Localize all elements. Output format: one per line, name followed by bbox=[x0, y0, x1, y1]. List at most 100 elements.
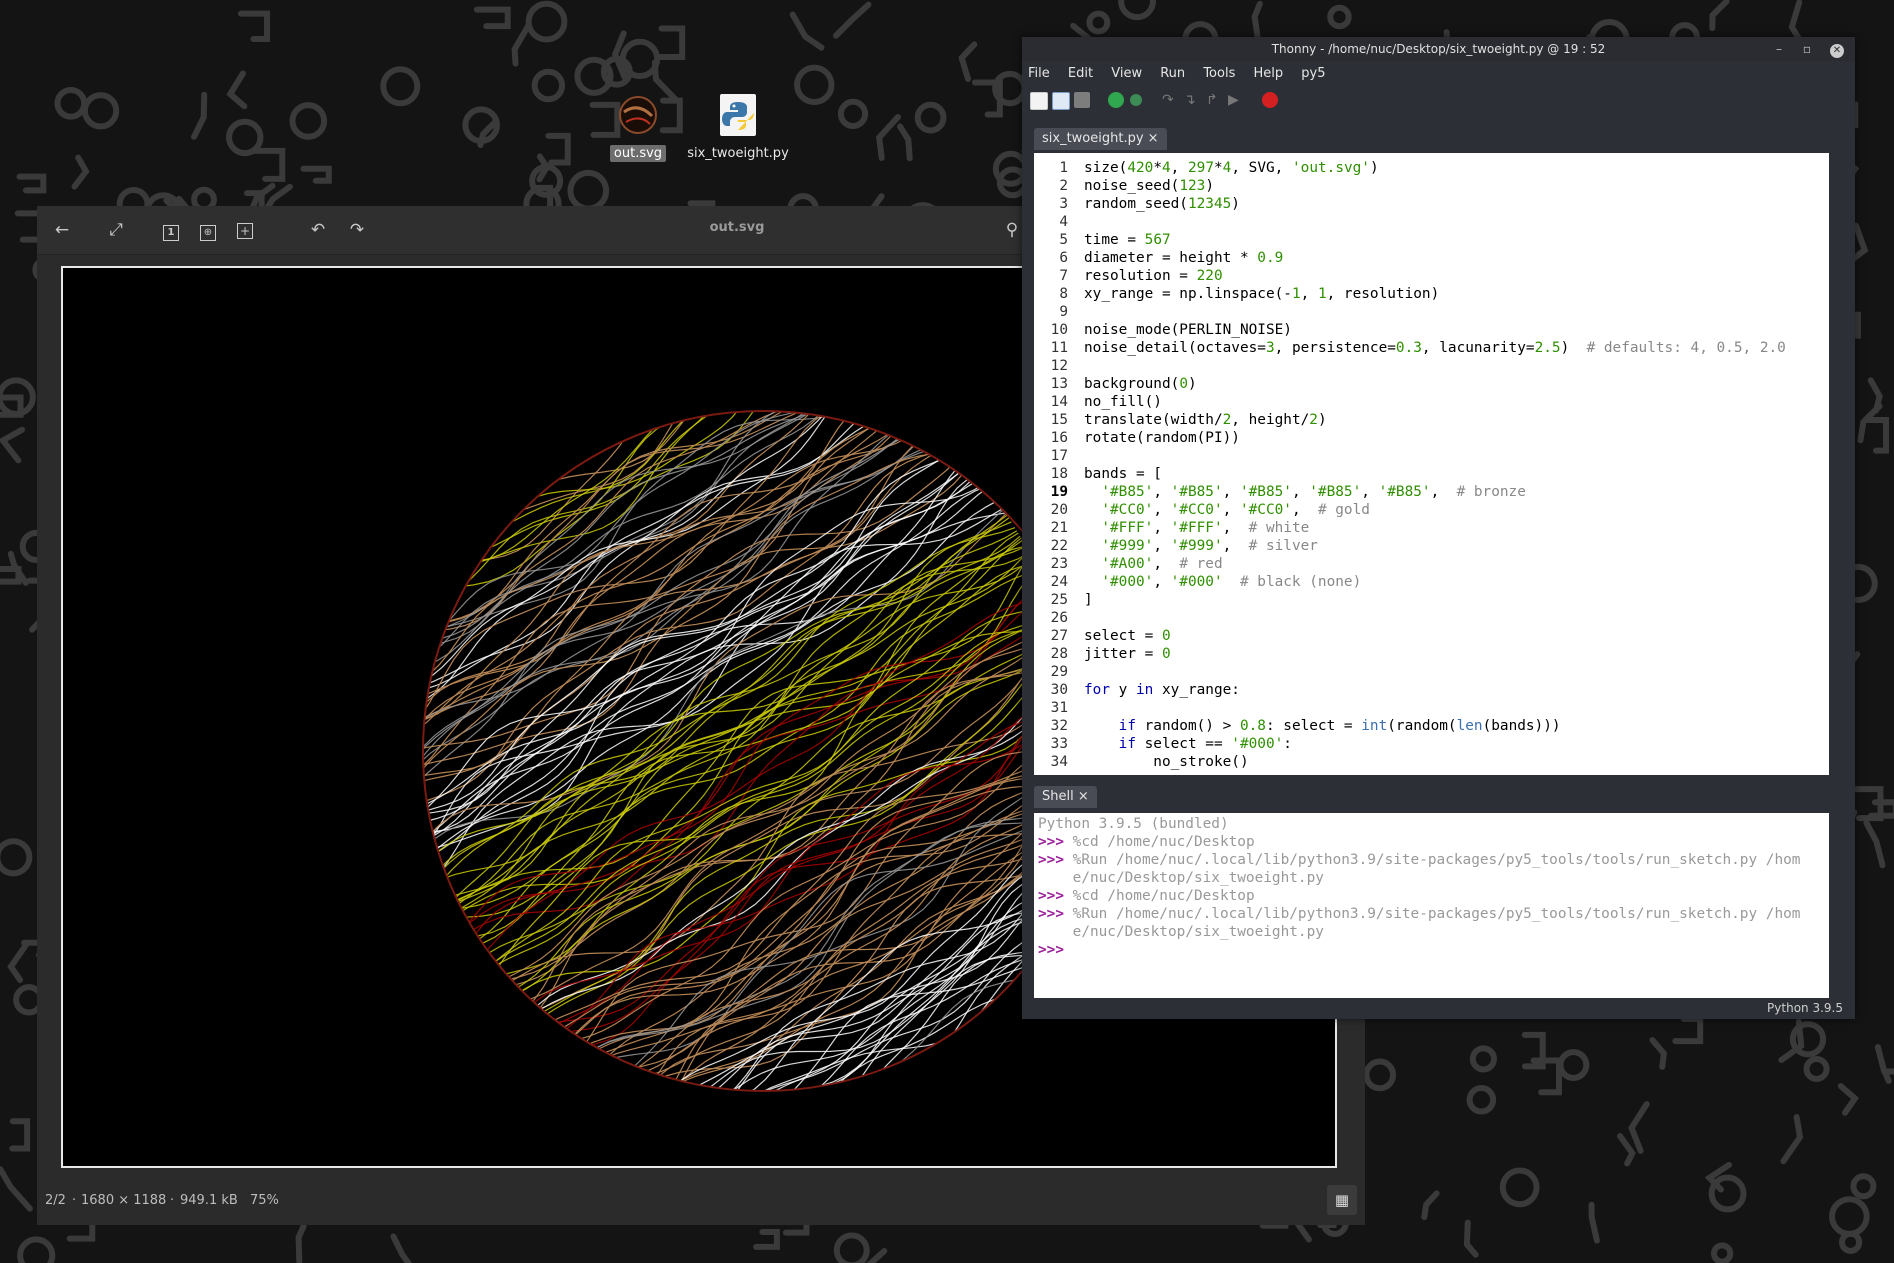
wallpaper-doodle bbox=[1863, 819, 1886, 869]
code-line[interactable]: noise_seed(123) bbox=[1084, 177, 1786, 195]
code-line[interactable]: rotate(random(PI)) bbox=[1084, 429, 1786, 447]
code-line[interactable]: jitter = 0 bbox=[1084, 645, 1786, 663]
code-line[interactable]: if random() > 0.8: select = int(random(l… bbox=[1084, 717, 1786, 735]
zoom-level[interactable]: 75% bbox=[250, 1193, 279, 1208]
line-number: 10 bbox=[1050, 322, 1068, 338]
code-line[interactable]: select = 0 bbox=[1084, 627, 1786, 645]
wallpaper-doodle bbox=[1469, 1045, 1497, 1073]
step-over-icon[interactable]: ↷ bbox=[1162, 92, 1178, 108]
code-line[interactable]: '#999', '#999', # silver bbox=[1084, 537, 1786, 555]
code-line[interactable]: ] bbox=[1084, 591, 1786, 609]
code-line[interactable] bbox=[1084, 357, 1786, 375]
code-line[interactable]: size(420*4, 297*4, SVG, 'out.svg') bbox=[1084, 159, 1786, 177]
wallpaper-doodle bbox=[833, 1232, 870, 1263]
close-icon[interactable]: ✕ bbox=[1825, 37, 1849, 61]
zoom-in-icon[interactable]: + bbox=[233, 218, 257, 242]
wallpaper-doodle bbox=[1649, 1037, 1668, 1070]
code-line[interactable]: '#000', '#000' # black (none) bbox=[1084, 573, 1786, 591]
wallpaper-doodle bbox=[1421, 1190, 1440, 1221]
wallpaper-doodle bbox=[289, 102, 328, 140]
save-file-icon[interactable] bbox=[1074, 92, 1090, 108]
rotate-left-icon[interactable]: ↶ bbox=[306, 218, 330, 242]
step-into-icon[interactable]: ↴ bbox=[1184, 92, 1200, 108]
back-arrow-icon[interactable]: ← bbox=[50, 218, 74, 242]
stop-icon[interactable] bbox=[1262, 92, 1278, 108]
code-line[interactable]: time = 567 bbox=[1084, 231, 1786, 249]
line-number: 25 bbox=[1050, 592, 1068, 608]
line-number: 24 bbox=[1050, 574, 1068, 590]
code-line[interactable] bbox=[1084, 699, 1786, 717]
line-number: 30 bbox=[1050, 682, 1068, 698]
code-line[interactable]: no_fill() bbox=[1084, 393, 1786, 411]
wallpaper-doodle bbox=[1466, 1085, 1497, 1115]
menu-edit[interactable]: Edit bbox=[1068, 66, 1093, 81]
wallpaper-doodle bbox=[1118, 0, 1156, 21]
thonny-titlebar: Thonny - /home/nuc/Desktop/six_twoeight.… bbox=[1022, 37, 1855, 61]
code-line[interactable]: random_seed(12345) bbox=[1084, 195, 1786, 213]
debug-icon[interactable] bbox=[1130, 94, 1142, 106]
code-line[interactable]: noise_mode(PERLIN_NOISE) bbox=[1084, 321, 1786, 339]
maximize-icon[interactable]: ▫ bbox=[1795, 37, 1819, 61]
code-line[interactable]: translate(width/2, height/2) bbox=[1084, 411, 1786, 429]
resume-icon[interactable]: ▶ bbox=[1228, 92, 1244, 108]
open-file-icon[interactable] bbox=[1052, 92, 1070, 110]
code-line[interactable]: no_stroke() bbox=[1084, 753, 1786, 771]
code-line[interactable]: background(0) bbox=[1084, 375, 1786, 393]
code-line[interactable] bbox=[1084, 447, 1786, 465]
menu-view[interactable]: View bbox=[1111, 66, 1142, 81]
menu-py5[interactable]: py5 bbox=[1301, 66, 1325, 81]
fullscreen-icon[interactable]: ⤢ bbox=[104, 218, 128, 242]
line-number: 27 bbox=[1050, 628, 1068, 644]
code-line[interactable]: for y in xy_range: bbox=[1084, 681, 1786, 699]
step-out-icon[interactable]: ↱ bbox=[1206, 92, 1222, 108]
code-line[interactable]: resolution = 220 bbox=[1084, 267, 1786, 285]
code-line[interactable] bbox=[1084, 213, 1786, 231]
code-line[interactable] bbox=[1084, 663, 1786, 681]
code-line[interactable]: bands = [ bbox=[1084, 465, 1786, 483]
code-lines[interactable]: size(420*4, 297*4, SVG, 'out.svg') noise_… bbox=[1084, 153, 1786, 771]
new-file-icon[interactable] bbox=[1030, 92, 1048, 110]
wallpaper-doodle bbox=[17, 1236, 56, 1263]
image-dimensions: 1680 × 1188 bbox=[81, 1193, 167, 1208]
menu-run[interactable]: Run bbox=[1160, 66, 1185, 81]
gallery-grid-button[interactable]: ▦ bbox=[1327, 1185, 1357, 1215]
wallpaper-doodle bbox=[7, 941, 30, 984]
code-line[interactable] bbox=[1084, 609, 1786, 627]
line-number: 31 bbox=[1050, 700, 1068, 716]
interpreter-status[interactable]: Python 3.9.5 bbox=[1767, 1001, 1843, 1015]
contour-line bbox=[510, 632, 1081, 996]
code-editor[interactable]: 1 2 3 4 5 6 7 8 9 10 11 12 13 14 15 16 17 18 19 20 21 22 23 24 2… bbox=[1034, 153, 1829, 775]
menu-file[interactable]: File bbox=[1028, 66, 1050, 81]
code-line[interactable]: diameter = height * 0.9 bbox=[1084, 249, 1786, 267]
rotate-right-icon[interactable]: ↷ bbox=[345, 218, 369, 242]
wallpaper-doodle bbox=[1850, 1173, 1877, 1200]
desktop-icon-python-file[interactable]: six_twoeight.py bbox=[678, 94, 798, 162]
code-line[interactable]: if select == '#000': bbox=[1084, 735, 1786, 753]
actual-size-icon[interactable]: 1 bbox=[159, 218, 183, 242]
code-line[interactable] bbox=[1084, 303, 1786, 321]
wallpaper-doodle bbox=[0, 426, 26, 464]
line-number: 34 bbox=[1050, 754, 1068, 770]
code-line[interactable]: '#CC0', '#CC0', '#CC0', # gold bbox=[1084, 501, 1786, 519]
run-icon[interactable] bbox=[1108, 92, 1124, 108]
wallpaper-doodle bbox=[295, 1223, 307, 1263]
code-line[interactable]: '#FFF', '#FFF', # white bbox=[1084, 519, 1786, 537]
line-number: 33 bbox=[1050, 736, 1068, 752]
code-line[interactable]: noise_detail(octaves=3, persistence=0.3,… bbox=[1084, 339, 1786, 357]
shell-panel[interactable]: Python 3.9.5 (bundled) >>> %cd /home/nuc/… bbox=[1034, 813, 1829, 998]
menu-help[interactable]: Help bbox=[1253, 66, 1283, 81]
fit-window-icon[interactable]: ⊕ bbox=[196, 218, 220, 242]
line-number: 18 bbox=[1050, 466, 1068, 482]
line-number: 11 bbox=[1050, 340, 1068, 356]
tab-six-twoeight[interactable]: six_twoeight.py × bbox=[1034, 128, 1167, 150]
code-line[interactable]: '#B85', '#B85', '#B85', '#B85', '#B85', … bbox=[1084, 483, 1786, 501]
tab-shell[interactable]: Shell × bbox=[1034, 786, 1097, 808]
window-title: Thonny - /home/nuc/Desktop/six_twoeight.… bbox=[1271, 42, 1606, 56]
code-line[interactable]: '#A00', # red bbox=[1084, 555, 1786, 573]
code-line[interactable]: xy_range = np.linspace(-1, 1, resolution… bbox=[1084, 285, 1786, 303]
minimize-icon[interactable]: – bbox=[1767, 37, 1791, 61]
menu-tools[interactable]: Tools bbox=[1203, 66, 1235, 81]
contour-line bbox=[516, 626, 1078, 1004]
line-number: 13 bbox=[1050, 376, 1068, 392]
light-bulb-icon[interactable]: ⚲ bbox=[1000, 218, 1024, 242]
